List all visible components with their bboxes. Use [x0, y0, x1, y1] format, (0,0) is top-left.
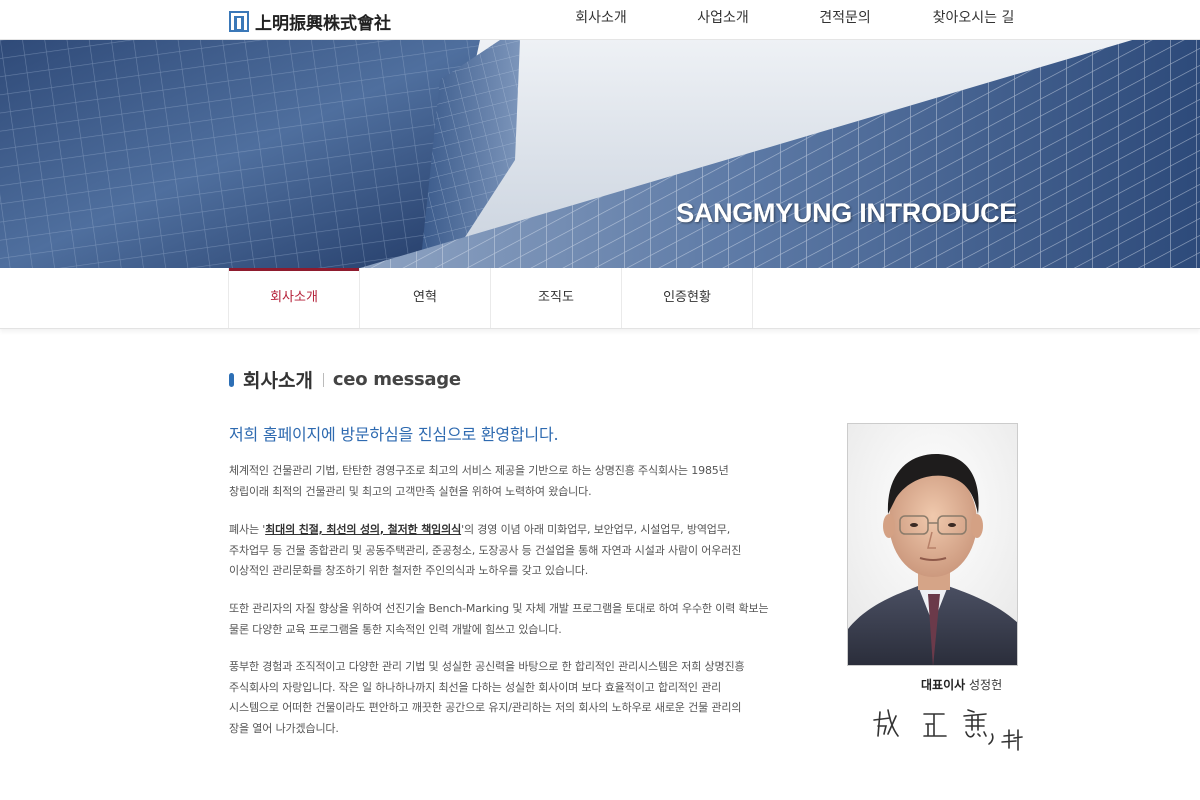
logo-icon [229, 11, 249, 32]
ceo-signature [868, 700, 1028, 756]
signature-image [873, 709, 1023, 751]
management-motto: 최대의 친절, 최선의 성의, 철저한 책임의식 [265, 523, 462, 536]
paragraph-line: 풍부한 경험과 조직적이고 다양한 관리 기법 및 성실한 공신력을 바탕으로 … [229, 660, 745, 673]
tab-organization[interactable]: 조직도 [491, 268, 622, 328]
paragraph-text: 폐사는 ' [229, 523, 266, 536]
nav-directions[interactable]: 찾아오시는 길 [906, 0, 1041, 40]
paragraph-line: 이상적인 관리문화를 창조하기 위한 철저한 주인의식과 노하우를 갖고 있습니… [229, 564, 589, 577]
section-heading: 회사소개 ceo message [229, 366, 461, 393]
ceo-name: 성정헌 [969, 678, 1003, 692]
paragraph-line: 물론 다양한 교육 프로그램을 통한 지속적인 인력 개발에 힘쓰고 있습니다. [229, 622, 562, 636]
ceo-portrait-image [848, 424, 1017, 665]
paragraph-line: 시스템으로 어떠한 건물이라도 편안하고 깨끗한 공간으로 유지/관리하는 저의… [229, 701, 742, 714]
paragraph-line: 장을 열어 나가겠습니다. [229, 721, 339, 735]
paragraph-line: 또한 관리자의 자질 향상을 위하여 선진기술 Bench-Marking 및 … [229, 602, 769, 615]
ceo-paragraph-3: 또한 관리자의 자질 향상을 위하여 선진기술 Bench-Marking 및 … [229, 599, 819, 640]
site-header: 上明振興株式會社 회사소개 사업소개 견적문의 찾아오시는 길 [0, 0, 1200, 40]
welcome-message: 저희 홈페이지에 방문하심을 진심으로 환영합니다. [229, 425, 559, 444]
sub-nav: 회사소개 연혁 조직도 인증현황 [228, 268, 753, 328]
paragraph-line: 주차업무 등 건물 종합관리 및 공동주택관리, 준공청소, 도장공사 등 건설… [229, 543, 742, 557]
tab-company-intro[interactable]: 회사소개 [229, 268, 360, 328]
ceo-paragraph-1: 체계적인 건물관리 기법, 탄탄한 경영구조로 최고의 서비스 제공을 기반으로… [229, 461, 819, 502]
paragraph-line: 폐사는 '최대의 친절, 최선의 성의, 철저한 책임의식'의 경영 이념 아래… [229, 520, 819, 541]
nav-quote-inquiry[interactable]: 견적문의 [784, 0, 906, 40]
ceo-photo [847, 423, 1018, 666]
hero-banner: SANGMYUNG INTRODUCE [0, 40, 1200, 268]
paragraph-text: '의 경영 이념 아래 미화업무, 보안업무, 시설업무, 방역업무, [461, 523, 731, 536]
ceo-paragraph-2: 폐사는 '최대의 친절, 최선의 성의, 철저한 책임의식'의 경영 이념 아래… [229, 520, 819, 582]
logo-text: 上明振興株式會社 [255, 14, 391, 34]
hero-title: SANGMYUNG INTRODUCE [676, 198, 1017, 228]
logo[interactable]: 上明振興株式會社 [229, 9, 391, 34]
nav-business-intro[interactable]: 사업소개 [662, 0, 784, 40]
ceo-role: 대표이사 [921, 678, 966, 692]
paragraph-line: 창립이래 최적의 건물관리 및 최고의 고객만족 실현을 위하여 노력하여 왔습… [229, 484, 592, 498]
tab-certifications[interactable]: 인증현황 [622, 268, 753, 328]
sub-nav-bar: 회사소개 연혁 조직도 인증현황 [0, 268, 1200, 329]
tab-history[interactable]: 연혁 [360, 268, 491, 328]
main-nav: 회사소개 사업소개 견적문의 찾아오시는 길 [540, 0, 1041, 40]
nav-company-intro[interactable]: 회사소개 [540, 0, 662, 40]
paragraph-line: 주식회사의 자랑입니다. 작은 일 하나하나까지 최선을 다하는 성실한 회사이… [229, 680, 722, 694]
ceo-paragraph-4: 풍부한 경험과 조직적이고 다양한 관리 기법 및 성실한 공신력을 바탕으로 … [229, 657, 819, 739]
page-subtitle: ceo message [332, 369, 461, 390]
page-title: 회사소개 [243, 370, 313, 392]
hero-building-image [0, 40, 1200, 268]
heading-marker [229, 372, 234, 387]
paragraph-line: 체계적인 건물관리 기법, 탄탄한 경영구조로 최고의 서비스 제공을 기반으로… [229, 464, 729, 477]
heading-divider [322, 372, 324, 387]
ceo-caption: 대표이사 성정헌 [921, 676, 1002, 693]
